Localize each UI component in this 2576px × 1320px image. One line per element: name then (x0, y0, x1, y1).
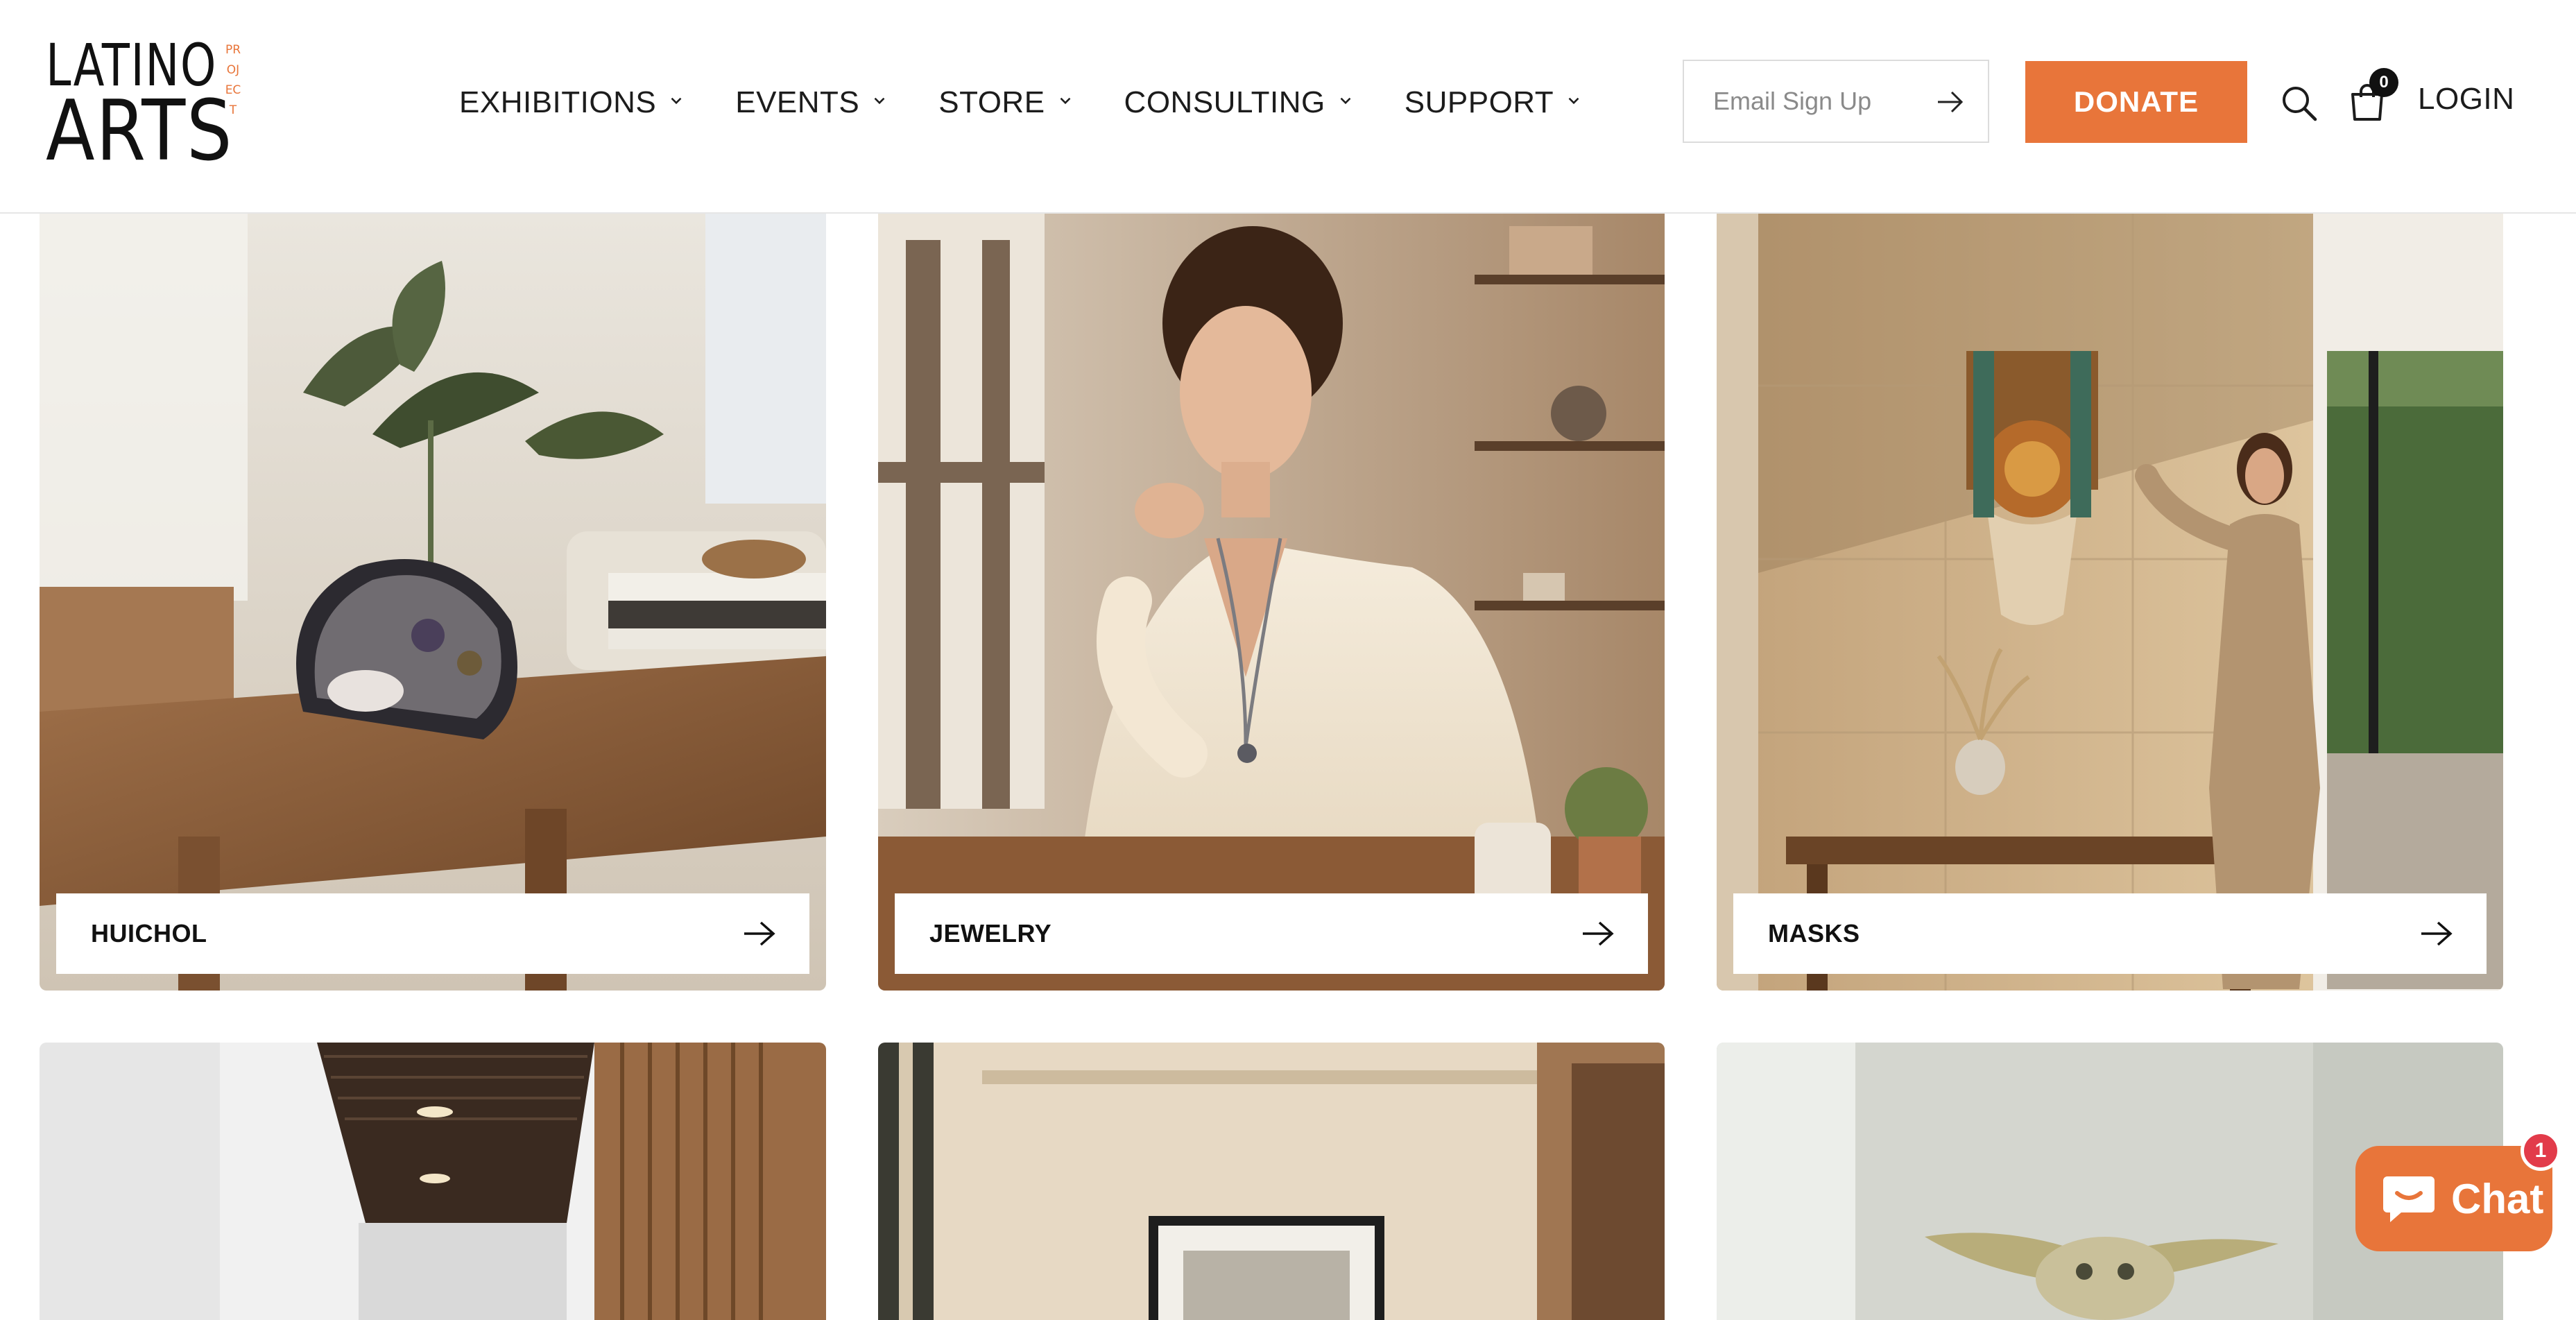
chevron-down-icon (874, 97, 885, 105)
arrow-right-icon[interactable] (1937, 90, 1964, 114)
chat-notification-badge: 1 (2521, 1131, 2561, 1171)
site-header: LATINO ARTS PROJECT EXHIBITIONS EVENTS S… (0, 0, 2576, 214)
collection-card-5[interactable] (878, 1043, 1665, 1320)
logo-line-2: ARTS (46, 83, 234, 180)
chat-button[interactable]: Chat (2355, 1146, 2552, 1251)
nav-item-events[interactable]: EVENTS (735, 82, 888, 123)
search-icon[interactable] (2281, 85, 2318, 122)
collection-label-bar[interactable]: MASKS (1733, 893, 2487, 974)
nav-label: EVENTS (735, 85, 860, 119)
collection-title: MASKS (1768, 919, 1860, 948)
nav-item-support[interactable]: SUPPORT (1405, 82, 1583, 123)
collection-label-bar[interactable]: JEWELRY (895, 893, 1648, 974)
huichol-jaguar-photo (40, 212, 826, 991)
nav-label: EXHIBITIONS (459, 85, 657, 119)
collection-card-huichol[interactable]: HUICHOL (40, 212, 826, 991)
collection-label-bar[interactable]: HUICHOL (56, 893, 809, 974)
logo-vertical-text: PROJECT (225, 43, 241, 117)
donate-button[interactable]: DONATE (2025, 61, 2247, 143)
cart-count-badge: 0 (2369, 68, 2398, 97)
collection-title: HUICHOL (91, 919, 207, 948)
nav-item-store[interactable]: STORE (938, 82, 1074, 123)
collection-title: JEWELRY (929, 919, 1052, 948)
collection-card-masks[interactable]: MASKS (1717, 212, 2503, 991)
chat-bubble-icon (2383, 1176, 2435, 1222)
email-signup-input[interactable] (1712, 86, 1923, 117)
chevron-down-icon (1060, 97, 1070, 105)
logo[interactable]: LATINO ARTS PROJECT (46, 36, 254, 175)
nav-label: SUPPORT (1404, 85, 1554, 119)
masks-wall-photo (1717, 212, 2503, 991)
arrow-right-icon (2421, 921, 2453, 946)
nav-item-exhibitions[interactable]: EXHIBITIONS (459, 82, 685, 123)
arrow-right-icon (1583, 921, 1614, 946)
collection-card-4[interactable] (40, 1043, 826, 1320)
chevron-down-icon (671, 97, 682, 105)
hallway-photo (40, 1043, 826, 1320)
nav-label: CONSULTING (1124, 85, 1325, 119)
chevron-down-icon (1568, 97, 1579, 105)
chevron-down-icon (1340, 97, 1351, 105)
main-nav: EXHIBITIONS EVENTS STORE CONSULTING SUPP… (459, 82, 1633, 123)
nav-item-consulting[interactable]: CONSULTING (1124, 82, 1355, 123)
arrow-right-icon (744, 921, 775, 946)
collection-card-jewelry[interactable]: JEWELRY (878, 212, 1665, 991)
login-link[interactable]: LOGIN (2418, 82, 2514, 117)
email-signup-form (1683, 60, 1989, 143)
jewelry-model-photo (878, 212, 1665, 991)
chat-label: Chat (2451, 1175, 2544, 1222)
nav-label: STORE (938, 85, 1045, 119)
gallery-room-photo (878, 1043, 1665, 1320)
